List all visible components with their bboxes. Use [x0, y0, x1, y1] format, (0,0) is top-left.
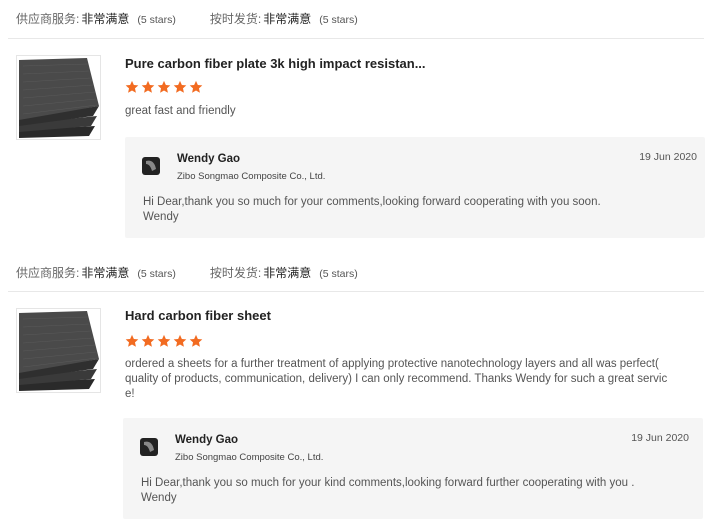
- on-time-delivery-label: 按时发货:: [209, 266, 262, 280]
- reply-author-name: Wendy Gao: [175, 434, 239, 446]
- star-icon: [173, 80, 187, 93]
- product-thumbnail[interactable]: [16, 55, 101, 140]
- review-comment: ordered a sheets for a further treatment…: [125, 358, 668, 400]
- carbon-fiber-sheet-image: [19, 311, 99, 391]
- reply-company: Zibo Songmao Composite Co., Ltd.: [175, 452, 324, 463]
- supplier-service-label: 供应商服务:: [16, 266, 80, 280]
- supplier-reply: Wendy Gao Zibo Songmao Composite Co., Lt…: [125, 137, 705, 238]
- reply-author-name: Wendy Gao: [177, 153, 241, 165]
- rating-stars: [125, 80, 203, 94]
- rating-summary: 供应商服务: 非常满意 (5 stars) 按时发货: 非常满意 (5 star…: [16, 264, 358, 281]
- carbon-fiber-sheet-image: [19, 58, 99, 138]
- star-icon: [141, 334, 155, 347]
- star-icon: [141, 80, 155, 93]
- rating-summary: 供应商服务: 非常满意 (5 stars) 按时发货: 非常满意 (5 star…: [16, 10, 358, 27]
- star-icon: [157, 80, 171, 93]
- supplier-logo-icon: [140, 438, 158, 456]
- reply-date: 19 Jun 2020: [639, 151, 697, 163]
- supplier-service-stars: (5 stars): [137, 268, 176, 280]
- supplier-reply: Wendy Gao Zibo Songmao Composite Co., Lt…: [123, 418, 703, 519]
- review-comment: great fast and friendly: [125, 105, 236, 117]
- reply-message: Hi Dear,thank you so much for your kind …: [141, 477, 635, 504]
- supplier-service-value: 非常满意: [81, 12, 130, 26]
- star-icon: [173, 334, 187, 347]
- star-icon: [125, 80, 139, 93]
- on-time-delivery-stars: (5 stars): [319, 14, 358, 26]
- supplier-service-stars: (5 stars): [137, 14, 176, 26]
- reply-message: Hi Dear,thank you so much for your comme…: [143, 196, 601, 223]
- on-time-delivery-label: 按时发货:: [209, 12, 262, 26]
- divider: [8, 38, 704, 39]
- supplier-service-value: 非常满意: [81, 266, 130, 280]
- supplier-logo-icon: [142, 157, 160, 175]
- on-time-delivery-value: 非常满意: [263, 266, 312, 280]
- product-thumbnail[interactable]: [16, 308, 101, 393]
- reply-company: Zibo Songmao Composite Co., Ltd.: [177, 171, 326, 182]
- rating-stars: [125, 334, 203, 348]
- reply-date: 19 Jun 2020: [631, 432, 689, 444]
- product-title[interactable]: Hard carbon fiber sheet: [125, 308, 271, 323]
- on-time-delivery-stars: (5 stars): [319, 268, 358, 280]
- divider: [8, 291, 704, 292]
- product-title[interactable]: Pure carbon fiber plate 3k high impact r…: [125, 56, 426, 71]
- star-icon: [189, 80, 203, 93]
- star-icon: [125, 334, 139, 347]
- star-icon: [157, 334, 171, 347]
- on-time-delivery-value: 非常满意: [263, 12, 312, 26]
- supplier-service-label: 供应商服务:: [16, 12, 80, 26]
- star-icon: [189, 334, 203, 347]
